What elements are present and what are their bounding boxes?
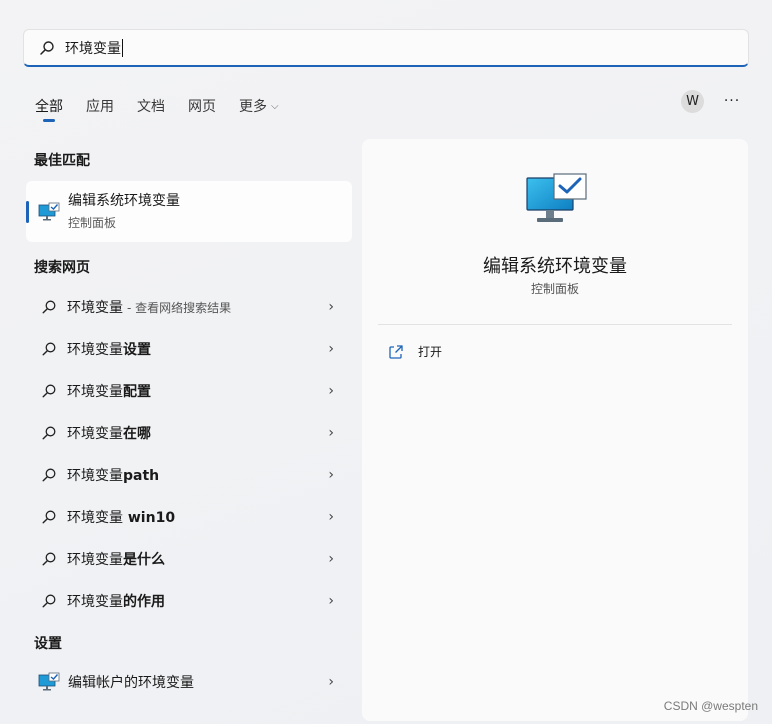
detail-title: 编辑系统环境变量 — [483, 256, 627, 277]
selection-indicator — [26, 201, 29, 223]
chevron-down-icon: ⌵ — [271, 100, 279, 112]
web-result-row[interactable]: 环境变量设置 › — [26, 328, 352, 370]
web-result-row[interactable]: 环境变量是什么 › — [26, 538, 352, 580]
web-result-row[interactable]: 环境变量的作用 › — [26, 580, 352, 622]
chevron-right-icon: › — [328, 299, 334, 315]
search-icon — [41, 341, 57, 357]
web-result-row[interactable]: 环境变量在哪 › — [26, 412, 352, 454]
chevron-right-icon: › — [328, 341, 334, 357]
chevron-right-icon: › — [328, 425, 334, 441]
web-result-row[interactable]: 环境变量配置 › — [26, 370, 352, 412]
system-monitor-check-icon — [38, 672, 60, 691]
tab-documents[interactable]: 文档 — [137, 93, 165, 119]
section-best-match: 最佳匹配 — [34, 153, 90, 169]
best-match-title: 编辑系统环境变量 — [68, 193, 180, 209]
open-external-icon — [389, 344, 403, 359]
tab-apps[interactable]: 应用 — [86, 93, 114, 119]
system-monitor-check-icon — [526, 173, 587, 222]
chevron-right-icon: › — [328, 551, 334, 567]
best-match-item[interactable]: 编辑系统环境变量 控制面板 — [26, 181, 352, 242]
search-icon — [41, 383, 57, 399]
open-action[interactable]: 打开 — [388, 343, 442, 360]
web-results-list: 环境变量 - 查看网络搜索结果 › 环境变量设置 › 环境变量配置 › 环境变量在… — [26, 286, 352, 622]
search-icon — [41, 593, 57, 609]
search-input[interactable]: 环境变量 — [65, 38, 123, 58]
avatar[interactable]: W — [681, 90, 704, 113]
watermark: CSDN @wespten — [663, 699, 758, 713]
tab-more[interactable]: 更多 ⌵ — [239, 93, 279, 119]
settings-result-label: 编辑帐户的环境变量 — [68, 675, 194, 691]
web-result-row[interactable]: 环境变量 - 查看网络搜索结果 › — [26, 286, 352, 328]
text-caret — [122, 38, 123, 57]
filter-tabs: 全部 应用 文档 网页 更多 ⌵ — [35, 93, 302, 122]
search-icon — [41, 551, 57, 567]
search-icon — [41, 509, 57, 525]
section-settings: 设置 — [34, 636, 62, 652]
divider — [378, 324, 732, 325]
detail-subtitle: 控制面板 — [530, 282, 579, 296]
chevron-right-icon: › — [328, 674, 334, 690]
best-match-subtitle: 控制面板 — [68, 216, 117, 230]
detail-pane: 编辑系统环境变量 控制面板 打开 — [362, 139, 748, 721]
web-result-row[interactable]: 环境变量 win10 › — [26, 496, 352, 538]
chevron-right-icon: › — [328, 593, 334, 609]
chevron-right-icon: › — [328, 467, 334, 483]
web-result-row[interactable]: 环境变量path › — [26, 454, 352, 496]
more-options-button[interactable]: ··· — [722, 90, 742, 112]
search-box[interactable]: 环境变量 — [23, 29, 749, 67]
search-icon — [41, 425, 57, 441]
chevron-right-icon: › — [328, 383, 334, 399]
system-monitor-check-icon — [38, 202, 60, 220]
chevron-right-icon: › — [328, 509, 334, 525]
search-icon — [39, 40, 55, 56]
tab-web[interactable]: 网页 — [188, 93, 216, 119]
settings-result-row[interactable]: 编辑帐户的环境变量 › — [26, 661, 352, 703]
open-action-label: 打开 — [418, 345, 443, 359]
section-web-search: 搜索网页 — [34, 260, 90, 276]
search-icon — [41, 467, 57, 483]
tab-all[interactable]: 全部 — [35, 93, 63, 122]
search-icon — [41, 299, 57, 315]
